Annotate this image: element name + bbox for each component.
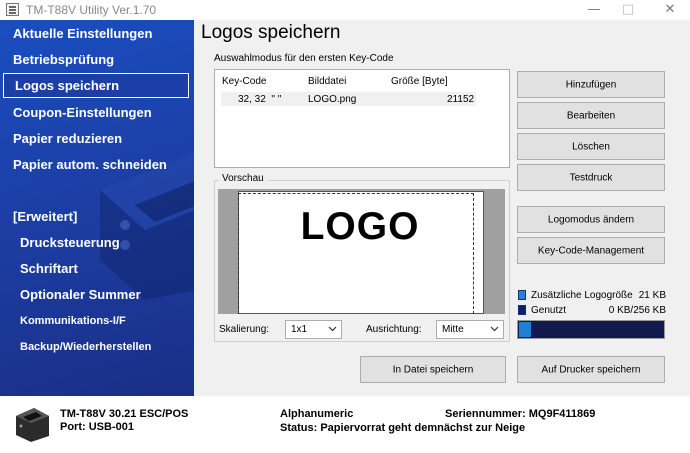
alignment-label: Ausrichtung: <box>366 324 422 335</box>
cell-image-file: LOGO.png <box>308 94 357 105</box>
sidebar-item-current-settings[interactable]: Aktuelle Einstellungen <box>13 26 152 41</box>
used-value: 0 KB/256 KB <box>608 305 666 316</box>
additional-size-swatch <box>518 290 526 300</box>
column-header-size[interactable]: Größe [Byte] <box>391 76 448 87</box>
alignment-select[interactable]: Mitte <box>436 320 504 339</box>
printer-device-icon <box>16 408 49 442</box>
key-code-management-label: Key-Code-Management <box>537 245 645 256</box>
test-print-button[interactable]: Testdruck <box>517 164 665 191</box>
window-title: TM-T88V Utility Ver.1.70 <box>26 3 157 17</box>
sidebar-item-label: Logos speichern <box>15 78 120 93</box>
sidebar-item-reduce-paper[interactable]: Papier reduzieren <box>13 131 122 146</box>
delete-button[interactable]: Löschen <box>517 133 665 160</box>
app-window: TM-T88V Utility Ver.1.70 — □ ✕ Aktuelle … <box>0 0 690 453</box>
chevron-down-icon <box>328 326 337 332</box>
serial-number: Seriennummer: MQ9F411869 <box>445 408 596 420</box>
save-to-printer-label: Auf Drucker speichern <box>541 364 641 375</box>
sidebar-item-operation-check[interactable]: Betriebsprüfung <box>13 52 114 67</box>
sidebar-advanced-header: [Erweitert] <box>13 209 78 224</box>
additional-size-value: 21 KB <box>638 290 666 301</box>
chevron-down-icon <box>490 326 499 332</box>
save-to-file-label: In Datei speichern <box>392 364 474 375</box>
close-icon[interactable]: ✕ <box>654 0 686 20</box>
scaling-select[interactable]: 1x1 <box>285 320 342 339</box>
printer-port: Port: USB-001 <box>60 421 134 433</box>
sidebar-item-save-logos[interactable]: Logos speichern <box>3 73 189 98</box>
edit-button[interactable]: Bearbeiten <box>517 102 665 129</box>
used-label: Genutzt <box>531 305 567 316</box>
sidebar-item-optional-buzzer[interactable]: Optionaler Summer <box>20 287 141 302</box>
sidebar-item-communication-if[interactable]: Kommunikations-I/F <box>20 315 126 327</box>
additional-size-label: Zusätzliche Logogröße <box>531 290 633 301</box>
memory-progress-fill <box>519 322 531 337</box>
logo-list[interactable]: Key-Code Bilddatei Größe [Byte] 32, 32 "… <box>214 69 510 168</box>
maximize-icon[interactable]: □ <box>612 0 644 20</box>
scaling-value: 1x1 <box>291 324 308 335</box>
save-to-printer-button[interactable]: Auf Drucker speichern <box>517 356 665 383</box>
cell-size: 21152 <box>447 94 475 105</box>
scaling-label: Skalierung: <box>219 324 270 335</box>
title-bar: TM-T88V Utility Ver.1.70 — □ ✕ <box>0 0 690 20</box>
sidebar-item-font[interactable]: Schriftart <box>20 261 78 276</box>
add-button-label: Hinzufügen <box>565 79 617 90</box>
delete-button-label: Löschen <box>572 141 610 152</box>
printer-status: Status: Papiervorrat geht demnächst zur … <box>280 422 526 434</box>
alignment-value: Mitte <box>442 324 464 335</box>
sidebar-item-print-control[interactable]: Drucksteuerung <box>20 235 120 250</box>
save-to-file-button[interactable]: In Datei speichern <box>360 356 506 383</box>
key-code-management-button[interactable]: Key-Code-Management <box>517 237 665 264</box>
printer-model: TM-T88V 30.21 ESC/POS <box>60 408 189 420</box>
mode-label: Auswahlmodus für den ersten Key-Code <box>214 53 394 64</box>
change-logo-mode-label: Logomodus ändern <box>547 214 635 225</box>
printer-watermark-icon <box>100 152 194 300</box>
minimize-icon[interactable]: — <box>578 0 610 20</box>
test-print-button-label: Testdruck <box>569 172 613 183</box>
sidebar-item-backup-restore[interactable]: Backup/Wiederherstellen <box>20 341 151 353</box>
change-logo-mode-button[interactable]: Logomodus ändern <box>517 206 665 233</box>
sidebar: Aktuelle Einstellungen Betriebsprüfung L… <box>0 20 194 396</box>
memory-progress-bar <box>517 320 665 339</box>
column-header-image-file[interactable]: Bilddatei <box>308 76 346 87</box>
preview-label: Vorschau <box>219 173 267 184</box>
column-header-key-code[interactable]: Key-Code <box>222 76 266 87</box>
page-title: Logos speichern <box>201 22 341 43</box>
add-button[interactable]: Hinzufügen <box>517 71 665 98</box>
edit-button-label: Bearbeiten <box>566 110 616 121</box>
sidebar-item-auto-cut[interactable]: Papier autom. schneiden <box>13 157 167 172</box>
used-swatch <box>518 305 526 315</box>
app-icon <box>6 3 19 16</box>
cell-key-code: 32, 32 " " <box>238 94 282 105</box>
sidebar-item-coupon-settings[interactable]: Coupon-Einstellungen <box>13 105 152 120</box>
logo-preview-text: LOGO <box>300 205 420 248</box>
charset-label: Alphanumeric <box>280 408 354 420</box>
